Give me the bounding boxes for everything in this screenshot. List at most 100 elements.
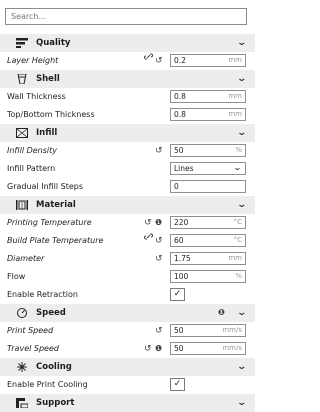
setting-infill-pattern: Infill Pattern Lines ⌄: [0, 160, 255, 178]
reset-icon[interactable]: ↺: [144, 214, 152, 232]
field-unit: mm/s: [222, 326, 242, 334]
setting-printing-temperature: Printing Temperature ↺ ❶ 220 °C: [0, 214, 255, 232]
wall-thickness-field[interactable]: 0.8 mm: [170, 90, 246, 103]
info-icon[interactable]: ❶: [218, 304, 225, 322]
quality-icon: [16, 38, 28, 48]
field-unit: mm: [228, 254, 242, 262]
travel-speed-field[interactable]: 50 mm/s: [170, 342, 246, 355]
setting-print-speed: Print Speed ↺ 50 mm/s: [0, 322, 255, 340]
material-icon: [16, 200, 28, 210]
setting-layer-height: Layer Height ↺ 0.2 mm: [0, 52, 255, 70]
setting-enable-print-cooling: Enable Print Cooling ✓: [0, 376, 255, 394]
chevron-down-icon[interactable]: ⌄: [237, 394, 248, 412]
field-value: 1.75: [174, 254, 191, 263]
setting-diameter: Diameter ↺ 1.75 mm: [0, 250, 255, 268]
setting-label: Travel Speed: [7, 344, 59, 353]
reset-icon[interactable]: ↺: [144, 340, 152, 358]
field-unit: %: [235, 146, 242, 154]
printing-temperature-field[interactable]: 220 °C: [170, 216, 246, 229]
build-plate-temperature-field[interactable]: 60 °C: [170, 234, 246, 247]
cooling-icon: [16, 362, 28, 372]
info-icon[interactable]: ❶: [155, 214, 162, 232]
settings-list: Quality ⌄ Layer Height ↺ 0.2 mm Shell ⌄ …: [0, 34, 255, 412]
chevron-down-icon[interactable]: ⌄: [237, 124, 248, 142]
top-bottom-thickness-field[interactable]: 0.8 mm: [170, 108, 246, 121]
field-value: 0: [174, 182, 179, 191]
select-value: Lines: [174, 164, 194, 173]
field-unit: mm: [228, 92, 242, 100]
category-shell[interactable]: Shell ⌄: [0, 70, 255, 88]
layer-height-field[interactable]: 0.2 mm: [170, 54, 246, 67]
link-icon[interactable]: [144, 52, 153, 61]
setting-flow: Flow 100 %: [0, 268, 255, 286]
field-value: 100: [174, 272, 189, 281]
enable-print-cooling-checkbox[interactable]: ✓: [170, 378, 185, 391]
setting-label: Flow: [7, 272, 26, 281]
chevron-down-icon[interactable]: ⌄: [237, 304, 248, 322]
category-label: Shell: [36, 74, 60, 84]
field-unit: °C: [233, 236, 242, 244]
category-quality[interactable]: Quality ⌄: [0, 34, 255, 52]
chevron-down-icon[interactable]: ⌄: [237, 70, 248, 88]
infill-pattern-select[interactable]: Lines ⌄: [170, 162, 246, 175]
setting-infill-density: Infill Density ↺ 50 %: [0, 142, 255, 160]
infill-density-field[interactable]: 50 %: [170, 144, 246, 157]
reset-icon[interactable]: ↺: [155, 142, 163, 160]
chevron-down-icon[interactable]: ⌄: [237, 358, 248, 376]
field-value: 50: [174, 146, 184, 155]
category-infill[interactable]: Infill ⌄: [0, 124, 255, 142]
setting-travel-speed: Travel Speed ↺ ❶ 50 mm/s: [0, 340, 255, 358]
field-value: 50: [174, 344, 184, 353]
setting-label: Enable Print Cooling: [7, 380, 88, 389]
search-input[interactable]: [5, 8, 247, 25]
link-icon[interactable]: [144, 232, 153, 241]
field-value: 0.8: [174, 110, 186, 119]
category-label: Quality: [36, 38, 71, 48]
infill-icon: [16, 128, 28, 138]
chevron-down-icon[interactable]: ⌄: [237, 196, 248, 214]
setting-gradual-infill-steps: Gradual Infill Steps 0: [0, 178, 255, 196]
category-label: Cooling: [36, 362, 72, 372]
field-value: 0.2: [174, 56, 186, 65]
category-material[interactable]: Material ⌄: [0, 196, 255, 214]
category-cooling[interactable]: Cooling ⌄: [0, 358, 255, 376]
setting-label: Gradual Infill Steps: [7, 182, 84, 191]
reset-icon[interactable]: ↺: [155, 52, 163, 70]
reset-icon[interactable]: ↺: [155, 322, 163, 340]
category-support[interactable]: Support ⌄: [0, 394, 255, 412]
field-value: 60: [174, 236, 184, 245]
setting-label: Infill Pattern: [7, 164, 56, 173]
field-unit: mm: [228, 56, 242, 64]
field-unit: mm: [228, 110, 242, 118]
reset-icon[interactable]: ↺: [155, 232, 163, 250]
setting-label: Print Speed: [7, 326, 54, 335]
info-icon[interactable]: ❶: [155, 340, 162, 358]
category-label: Support: [36, 398, 75, 408]
field-unit: mm/s: [222, 344, 242, 352]
field-unit: %: [235, 272, 242, 280]
setting-build-plate-temperature: Build Plate Temperature ↺ 60 °C: [0, 232, 255, 250]
setting-enable-retraction: Enable Retraction ✓: [0, 286, 255, 304]
shell-icon: [16, 74, 28, 84]
speed-icon: [16, 308, 28, 318]
flow-field[interactable]: 100 %: [170, 270, 246, 283]
setting-label: Wall Thickness: [7, 92, 66, 101]
setting-label: Diameter: [7, 254, 45, 263]
diameter-field[interactable]: 1.75 mm: [170, 252, 246, 265]
category-label: Material: [36, 200, 76, 210]
setting-wall-thickness: Wall Thickness 0.8 mm: [0, 88, 255, 106]
chevron-down-icon: ⌄: [232, 163, 243, 172]
chevron-down-icon[interactable]: ⌄: [237, 34, 248, 52]
setting-top-bottom-thickness: Top/Bottom Thickness 0.8 mm: [0, 106, 255, 124]
setting-label: Top/Bottom Thickness: [7, 110, 95, 119]
enable-retraction-checkbox[interactable]: ✓: [170, 288, 185, 301]
reset-icon[interactable]: ↺: [155, 250, 163, 268]
print-speed-field[interactable]: 50 mm/s: [170, 324, 246, 337]
category-label: Infill: [36, 128, 58, 138]
category-speed[interactable]: Speed ❶ ⌄: [0, 304, 255, 322]
gradual-infill-steps-field[interactable]: 0: [170, 180, 246, 193]
category-label: Speed: [36, 308, 66, 318]
field-unit: °C: [233, 218, 242, 226]
field-value: 0.8: [174, 92, 186, 101]
setting-label: Infill Density: [7, 146, 57, 155]
